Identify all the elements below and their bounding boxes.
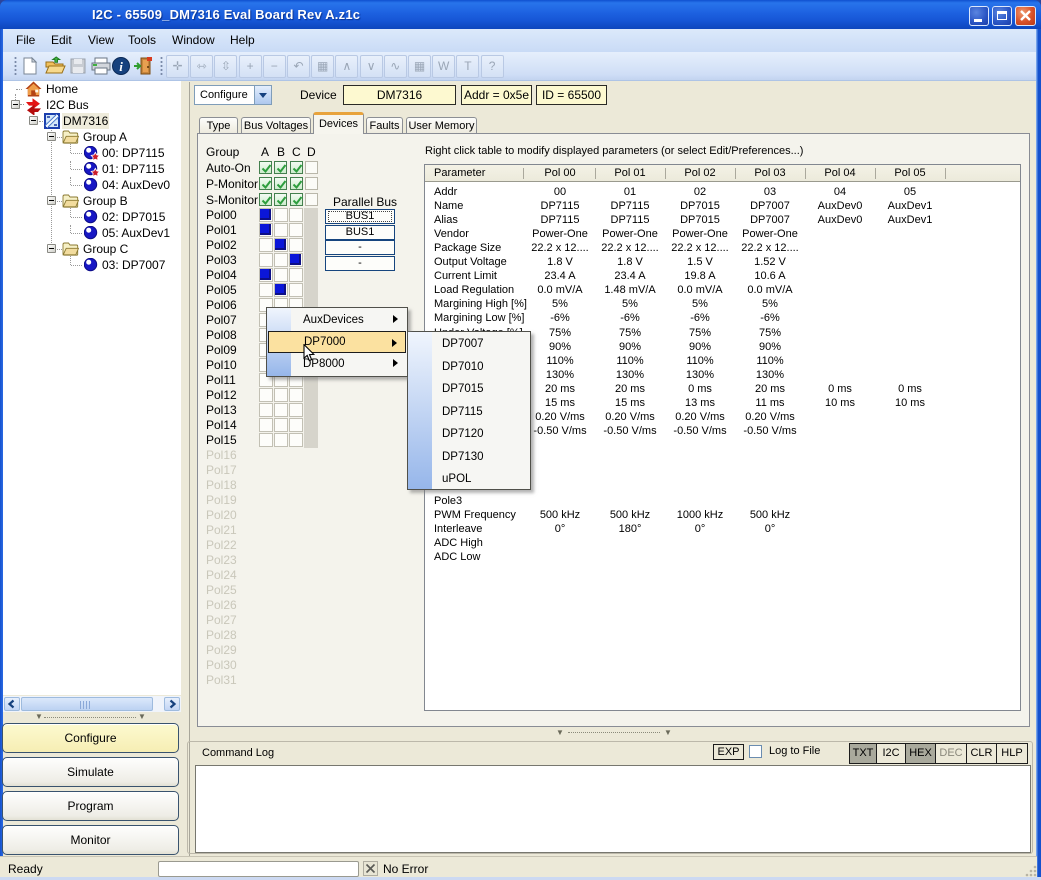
svg-text:i: i (119, 59, 123, 74)
